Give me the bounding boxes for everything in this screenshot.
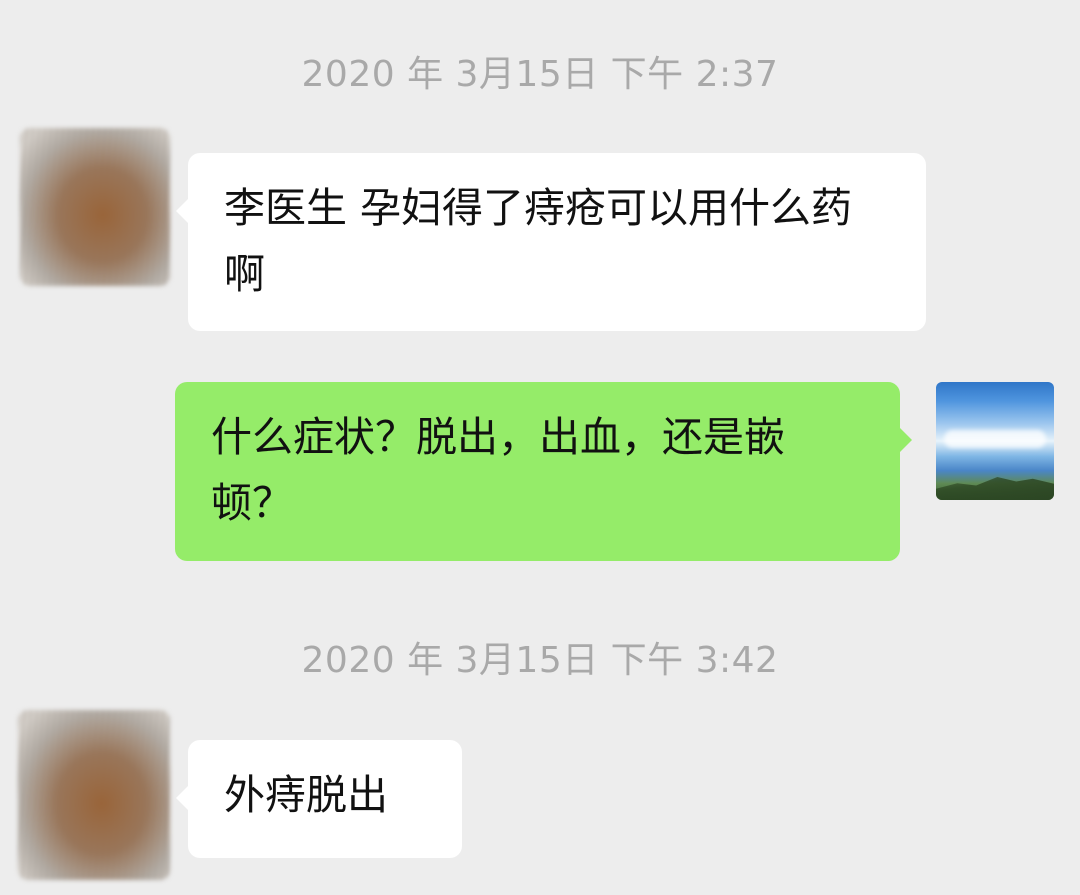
incoming-message-bubble[interactable]: 李医生 孕妇得了痔疮可以用什么药啊 [176, 153, 926, 331]
bubble-tail [900, 428, 912, 452]
cloud-shape [944, 430, 1046, 448]
message-text: 什么症状？脱出，出血，还是嵌顿？ [211, 413, 785, 527]
message-text: 李医生 孕妇得了痔疮可以用什么药啊 [224, 184, 853, 298]
my-avatar-icon[interactable] [936, 382, 1054, 500]
bubble-tail [176, 199, 188, 223]
doctor-avatar-icon[interactable] [18, 710, 170, 880]
timestamp-1: 2020 年 3月15日 下午 2:37 [301, 54, 779, 95]
message-text: 外痔脱出 [224, 771, 388, 819]
outgoing-message-bubble[interactable]: 什么症状？脱出，出血，还是嵌顿？ [175, 382, 912, 561]
doctor-avatar-icon[interactable] [20, 128, 170, 286]
timestamp-2: 2020 年 3月15日 下午 3:42 [301, 640, 779, 681]
incoming-message-bubble[interactable]: 外痔脱出 [176, 740, 462, 858]
bubble-tail [176, 786, 188, 810]
mountain-shape [936, 477, 1054, 500]
